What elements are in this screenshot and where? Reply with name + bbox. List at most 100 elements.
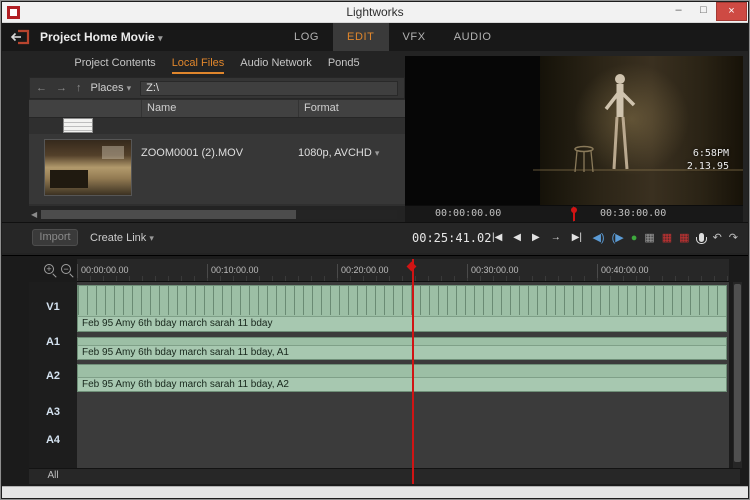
- back-icon[interactable]: ←: [36, 82, 47, 94]
- clip-a2-label: Feb 95 Amy 6th bday march sarah 11 bday,…: [78, 377, 726, 391]
- exit-icon: [9, 29, 31, 45]
- format-dropdown[interactable]: 1080p, AVCHD ▾: [298, 147, 379, 159]
- close-button[interactable]: ×: [716, 2, 747, 21]
- track-label-a2[interactable]: A2: [29, 370, 77, 382]
- vhs-timestamp: 6:58PM 2.13.95: [687, 148, 729, 173]
- timeline-zoom-controls: + −: [44, 264, 71, 274]
- browser-hscrollbar[interactable]: ◀: [29, 209, 405, 221]
- vscroll-thumb[interactable]: [734, 284, 741, 462]
- ruler-label: 00:00:00.00: [77, 264, 129, 278]
- play-button[interactable]: ▶: [532, 232, 540, 243]
- stool-figure: [571, 145, 597, 175]
- path-field[interactable]: Z:\: [140, 81, 398, 96]
- tab-log[interactable]: LOG: [280, 23, 333, 51]
- file-list: ZOOM0001 (2).MOV 1080p, AVCHD ▾: [29, 118, 405, 206]
- track-label-a4[interactable]: A4: [29, 434, 77, 446]
- edit-workspace: Project Contents Local Files Audio Netwo…: [2, 51, 748, 486]
- main-tabs: LOG EDIT VFX AUDIO: [280, 23, 506, 51]
- navbar: Project Home Movie ▾ LOG EDIT VFX AUDIO: [2, 23, 748, 51]
- step-forward-button[interactable]: →: [551, 232, 561, 243]
- hscroll-thumb[interactable]: [41, 210, 296, 219]
- chevron-down-icon: ▾: [127, 83, 132, 93]
- thumbnail-partial: [63, 118, 93, 133]
- vhs-time: 6:58PM: [687, 148, 729, 161]
- effects-grid-icon[interactable]: ▦: [662, 231, 672, 244]
- ruler-label: 00:40:00.00: [597, 264, 649, 278]
- lightworks-window: Lightworks – □ × Project Home Movie ▾ LO…: [0, 0, 750, 500]
- thumbnail-window-shape: [102, 146, 124, 159]
- track-label-a3[interactable]: A3: [29, 406, 77, 418]
- places-dropdown[interactable]: Places ▾: [91, 82, 132, 94]
- sync-status-icon[interactable]: ●: [631, 232, 638, 244]
- browser-tab-local-files[interactable]: Local Files: [172, 55, 225, 74]
- mic-icon[interactable]: [699, 233, 704, 242]
- transport-bar: Import Create Link ▾ 00:25:41.02 |◀ ◀ ▶ …: [2, 222, 748, 253]
- track-label-a1[interactable]: A1: [29, 336, 77, 348]
- clip-v1[interactable]: Feb 95 Amy 6th bday march sarah 11 bday: [77, 285, 727, 332]
- go-to-end-button[interactable]: ▶|: [572, 232, 582, 243]
- settings-grid-icon[interactable]: ▦: [644, 231, 654, 244]
- undo-icon[interactable]: ↶: [713, 231, 722, 244]
- exit-project-button[interactable]: [9, 29, 31, 45]
- go-to-start-button[interactable]: |◀: [492, 232, 502, 243]
- titlebar: Lightworks – □ ×: [2, 2, 748, 23]
- monitor-right-audio-icon[interactable]: (▶: [612, 231, 624, 244]
- thumbnail-piano-shape: [50, 170, 88, 189]
- project-selector[interactable]: Project Home Movie ▾: [40, 30, 163, 44]
- file-row[interactable]: ZOOM0001 (2).MOV 1080p, AVCHD ▾: [29, 134, 405, 204]
- column-name[interactable]: Name: [141, 100, 298, 117]
- current-timecode: 00:25:41.02: [412, 231, 491, 245]
- clip-a1-label: Feb 95 Amy 6th bday march sarah 11 bday,…: [78, 345, 726, 359]
- person-on-stilts-figure: [594, 69, 644, 177]
- import-button[interactable]: Import: [32, 229, 78, 246]
- file-browser-panel: Project Contents Local Files Audio Netwo…: [29, 51, 405, 223]
- create-link-dropdown[interactable]: Create Link ▾: [90, 232, 154, 244]
- timeline-lanes[interactable]: Feb 95 Amy 6th bday march sarah 11 bday …: [77, 282, 729, 468]
- redo-icon[interactable]: ↷: [729, 231, 738, 244]
- chevron-down-icon: ▾: [149, 233, 154, 243]
- browser-tab-audio-network[interactable]: Audio Network: [240, 55, 312, 74]
- tab-edit[interactable]: EDIT: [333, 23, 388, 51]
- tab-vfx[interactable]: VFX: [389, 23, 440, 51]
- scroll-left-icon[interactable]: ◀: [31, 210, 37, 219]
- browser-tab-pond5[interactable]: Pond5: [328, 55, 360, 74]
- playhead[interactable]: [412, 259, 414, 484]
- ruler-label: 00:20:00.00: [337, 264, 389, 278]
- forward-icon[interactable]: →: [56, 82, 67, 94]
- timeline-body: V1 A1 A2 A3 A4 Feb 95 Amy 6th bday march…: [2, 282, 748, 468]
- hscroll-track[interactable]: [41, 210, 397, 219]
- ruler-label: 00:30:00.00: [467, 264, 519, 278]
- monitor-left-audio-icon[interactable]: ◀): [592, 231, 604, 244]
- timeline-ruler[interactable]: 00:00:00.00 00:10:00.00 00:20:00.00 00:3…: [77, 259, 729, 282]
- format-value: 1080p, AVCHD: [298, 147, 372, 159]
- video-preview[interactable]: 6:58PM 2.13.95: [405, 56, 743, 205]
- effects-grid-icon-2[interactable]: ▦: [679, 231, 689, 244]
- vhs-date: 2.13.95: [687, 161, 729, 174]
- viewer-timecode-strip[interactable]: 00:00:00.00 00:30:00.00: [405, 205, 743, 222]
- create-link-label: Create Link: [90, 232, 146, 244]
- transport-controls: |◀ ◀ ▶ → ▶|: [492, 232, 582, 243]
- browser-tab-project-contents[interactable]: Project Contents: [74, 55, 155, 74]
- column-thumbnail: [29, 100, 141, 117]
- step-back-button[interactable]: ◀: [513, 232, 521, 243]
- file-table-header: Name Format: [29, 99, 405, 118]
- zoom-out-icon[interactable]: −: [61, 264, 71, 274]
- zoom-in-icon[interactable]: +: [44, 264, 54, 274]
- viewer-position-marker[interactable]: [573, 209, 575, 221]
- maximize-button[interactable]: □: [691, 2, 716, 21]
- minimize-button[interactable]: –: [666, 2, 691, 21]
- track-label-v1[interactable]: V1: [29, 301, 77, 313]
- all-tracks-button[interactable]: All: [29, 469, 77, 483]
- tab-audio[interactable]: AUDIO: [440, 23, 506, 51]
- clip-frame-ticks: [78, 286, 726, 315]
- folder-up-icon[interactable]: ↑: [76, 82, 82, 94]
- monitor-icons: ◀) (▶ ● ▦ ▦ ▦ ↶ ↷: [592, 231, 738, 244]
- clip-a2[interactable]: Feb 95 Amy 6th bday march sarah 11 bday,…: [77, 364, 727, 392]
- browser-toolbar: ← → ↑ Places ▾ Z:\: [29, 77, 405, 99]
- column-format[interactable]: Format: [298, 100, 405, 117]
- window-title: Lightworks: [2, 5, 748, 19]
- clip-a1[interactable]: Feb 95 Amy 6th bday march sarah 11 bday,…: [77, 337, 727, 360]
- file-thumbnail[interactable]: [44, 139, 132, 196]
- timeline-panel: + − 00:00:00.00 00:10:00.00 00:20:00.00 …: [2, 255, 748, 488]
- timeline-vscrollbar[interactable]: [733, 282, 742, 468]
